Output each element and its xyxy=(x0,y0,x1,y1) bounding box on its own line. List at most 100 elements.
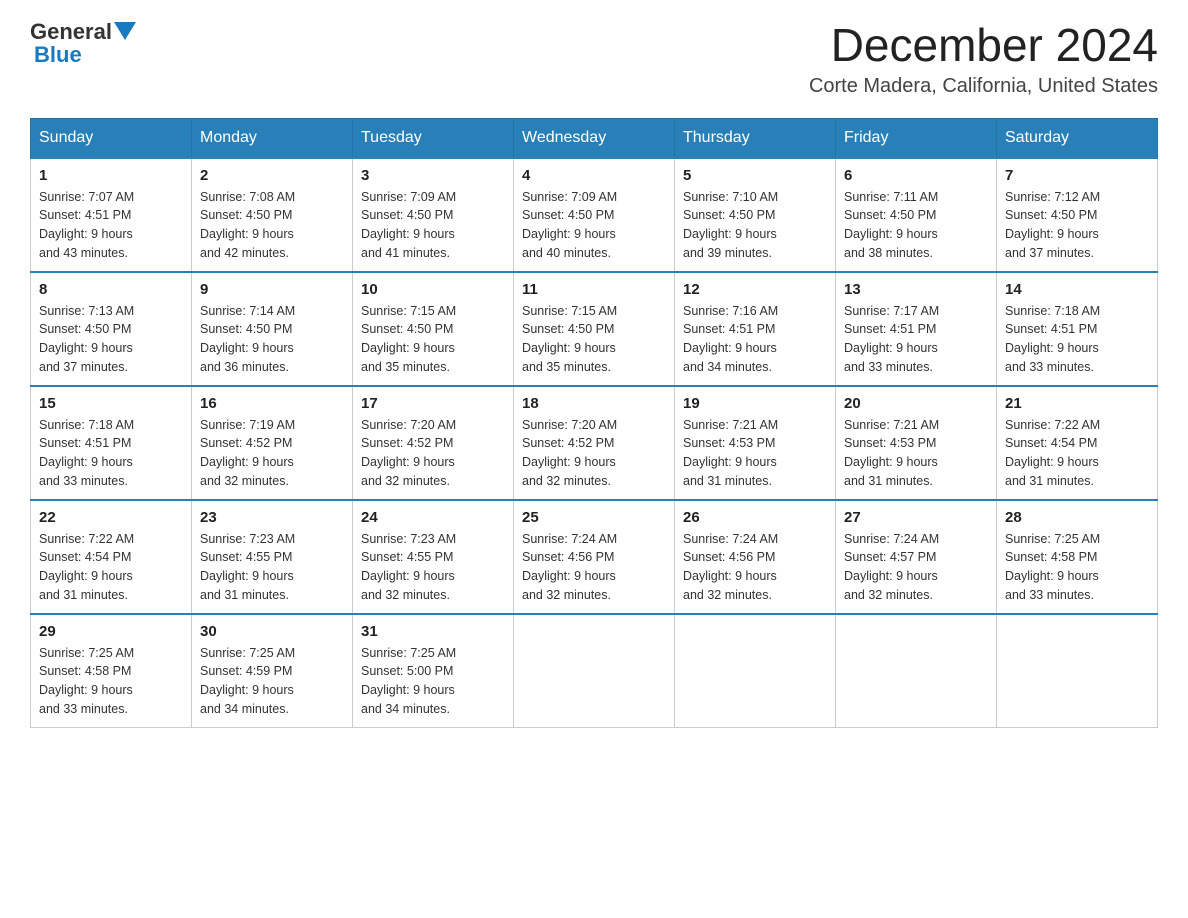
day-info: Sunrise: 7:18 AMSunset: 4:51 PMDaylight:… xyxy=(1005,304,1100,374)
day-number: 2 xyxy=(200,167,344,184)
day-number: 30 xyxy=(200,623,344,640)
logo-general: General xyxy=(30,21,112,43)
day-info: Sunrise: 7:22 AMSunset: 4:54 PMDaylight:… xyxy=(1005,418,1100,488)
day-number: 21 xyxy=(1005,395,1149,412)
calendar-cell: 10 Sunrise: 7:15 AMSunset: 4:50 PMDaylig… xyxy=(353,272,514,386)
day-number: 15 xyxy=(39,395,183,412)
calendar-cell: 20 Sunrise: 7:21 AMSunset: 4:53 PMDaylig… xyxy=(836,386,997,500)
day-number: 27 xyxy=(844,509,988,526)
day-number: 10 xyxy=(361,281,505,298)
calendar-cell: 12 Sunrise: 7:16 AMSunset: 4:51 PMDaylig… xyxy=(675,272,836,386)
calendar-cell: 9 Sunrise: 7:14 AMSunset: 4:50 PMDayligh… xyxy=(192,272,353,386)
logo: General Blue xyxy=(30,20,136,66)
day-number: 18 xyxy=(522,395,666,412)
day-info: Sunrise: 7:09 AMSunset: 4:50 PMDaylight:… xyxy=(361,190,456,260)
day-number: 26 xyxy=(683,509,827,526)
day-info: Sunrise: 7:25 AMSunset: 4:58 PMDaylight:… xyxy=(39,646,134,716)
day-info: Sunrise: 7:24 AMSunset: 4:56 PMDaylight:… xyxy=(683,532,778,602)
day-info: Sunrise: 7:14 AMSunset: 4:50 PMDaylight:… xyxy=(200,304,295,374)
day-info: Sunrise: 7:25 AMSunset: 4:59 PMDaylight:… xyxy=(200,646,295,716)
day-info: Sunrise: 7:25 AMSunset: 4:58 PMDaylight:… xyxy=(1005,532,1100,602)
day-info: Sunrise: 7:15 AMSunset: 4:50 PMDaylight:… xyxy=(522,304,617,374)
weekday-header-tuesday: Tuesday xyxy=(353,118,514,158)
calendar-cell: 31 Sunrise: 7:25 AMSunset: 5:00 PMDaylig… xyxy=(353,614,514,728)
day-info: Sunrise: 7:09 AMSunset: 4:50 PMDaylight:… xyxy=(522,190,617,260)
calendar-cell: 17 Sunrise: 7:20 AMSunset: 4:52 PMDaylig… xyxy=(353,386,514,500)
calendar-cell: 7 Sunrise: 7:12 AMSunset: 4:50 PMDayligh… xyxy=(997,158,1158,272)
calendar-cell: 2 Sunrise: 7:08 AMSunset: 4:50 PMDayligh… xyxy=(192,158,353,272)
calendar-cell: 5 Sunrise: 7:10 AMSunset: 4:50 PMDayligh… xyxy=(675,158,836,272)
day-number: 13 xyxy=(844,281,988,298)
day-number: 3 xyxy=(361,167,505,184)
weekday-header-wednesday: Wednesday xyxy=(514,118,675,158)
day-info: Sunrise: 7:25 AMSunset: 5:00 PMDaylight:… xyxy=(361,646,456,716)
title-block: December 2024 Corte Madera, California, … xyxy=(809,20,1158,98)
day-info: Sunrise: 7:23 AMSunset: 4:55 PMDaylight:… xyxy=(200,532,295,602)
day-info: Sunrise: 7:08 AMSunset: 4:50 PMDaylight:… xyxy=(200,190,295,260)
calendar-cell: 23 Sunrise: 7:23 AMSunset: 4:55 PMDaylig… xyxy=(192,500,353,614)
day-number: 8 xyxy=(39,281,183,298)
calendar-table: SundayMondayTuesdayWednesdayThursdayFrid… xyxy=(30,118,1158,728)
day-number: 23 xyxy=(200,509,344,526)
day-info: Sunrise: 7:11 AMSunset: 4:50 PMDaylight:… xyxy=(844,190,938,260)
logo-blue: Blue xyxy=(34,44,82,66)
day-info: Sunrise: 7:24 AMSunset: 4:57 PMDaylight:… xyxy=(844,532,939,602)
calendar-cell: 18 Sunrise: 7:20 AMSunset: 4:52 PMDaylig… xyxy=(514,386,675,500)
day-number: 29 xyxy=(39,623,183,640)
calendar-cell: 28 Sunrise: 7:25 AMSunset: 4:58 PMDaylig… xyxy=(997,500,1158,614)
calendar-cell: 15 Sunrise: 7:18 AMSunset: 4:51 PMDaylig… xyxy=(31,386,192,500)
day-number: 25 xyxy=(522,509,666,526)
day-info: Sunrise: 7:07 AMSunset: 4:51 PMDaylight:… xyxy=(39,190,134,260)
calendar-cell xyxy=(836,614,997,728)
calendar-cell: 22 Sunrise: 7:22 AMSunset: 4:54 PMDaylig… xyxy=(31,500,192,614)
day-number: 14 xyxy=(1005,281,1149,298)
day-number: 5 xyxy=(683,167,827,184)
calendar-cell: 25 Sunrise: 7:24 AMSunset: 4:56 PMDaylig… xyxy=(514,500,675,614)
weekday-header-thursday: Thursday xyxy=(675,118,836,158)
day-number: 1 xyxy=(39,167,183,184)
calendar-cell: 26 Sunrise: 7:24 AMSunset: 4:56 PMDaylig… xyxy=(675,500,836,614)
day-number: 19 xyxy=(683,395,827,412)
day-number: 12 xyxy=(683,281,827,298)
day-info: Sunrise: 7:22 AMSunset: 4:54 PMDaylight:… xyxy=(39,532,134,602)
calendar-cell: 3 Sunrise: 7:09 AMSunset: 4:50 PMDayligh… xyxy=(353,158,514,272)
day-info: Sunrise: 7:16 AMSunset: 4:51 PMDaylight:… xyxy=(683,304,778,374)
calendar-cell: 19 Sunrise: 7:21 AMSunset: 4:53 PMDaylig… xyxy=(675,386,836,500)
day-number: 20 xyxy=(844,395,988,412)
weekday-header-sunday: Sunday xyxy=(31,118,192,158)
day-info: Sunrise: 7:20 AMSunset: 4:52 PMDaylight:… xyxy=(522,418,617,488)
day-info: Sunrise: 7:24 AMSunset: 4:56 PMDaylight:… xyxy=(522,532,617,602)
day-info: Sunrise: 7:13 AMSunset: 4:50 PMDaylight:… xyxy=(39,304,134,374)
day-number: 7 xyxy=(1005,167,1149,184)
logo-arrow-icon xyxy=(114,22,136,44)
day-number: 9 xyxy=(200,281,344,298)
calendar-cell: 29 Sunrise: 7:25 AMSunset: 4:58 PMDaylig… xyxy=(31,614,192,728)
day-number: 31 xyxy=(361,623,505,640)
week-row-4: 22 Sunrise: 7:22 AMSunset: 4:54 PMDaylig… xyxy=(31,500,1158,614)
calendar-cell: 24 Sunrise: 7:23 AMSunset: 4:55 PMDaylig… xyxy=(353,500,514,614)
page-header: General Blue December 2024 Corte Madera,… xyxy=(30,20,1158,98)
weekday-header-monday: Monday xyxy=(192,118,353,158)
day-info: Sunrise: 7:23 AMSunset: 4:55 PMDaylight:… xyxy=(361,532,456,602)
day-number: 6 xyxy=(844,167,988,184)
weekday-header-friday: Friday xyxy=(836,118,997,158)
calendar-cell: 30 Sunrise: 7:25 AMSunset: 4:59 PMDaylig… xyxy=(192,614,353,728)
day-number: 4 xyxy=(522,167,666,184)
day-info: Sunrise: 7:12 AMSunset: 4:50 PMDaylight:… xyxy=(1005,190,1100,260)
day-info: Sunrise: 7:19 AMSunset: 4:52 PMDaylight:… xyxy=(200,418,295,488)
calendar-cell: 13 Sunrise: 7:17 AMSunset: 4:51 PMDaylig… xyxy=(836,272,997,386)
day-info: Sunrise: 7:21 AMSunset: 4:53 PMDaylight:… xyxy=(844,418,939,488)
calendar-cell: 14 Sunrise: 7:18 AMSunset: 4:51 PMDaylig… xyxy=(997,272,1158,386)
day-info: Sunrise: 7:21 AMSunset: 4:53 PMDaylight:… xyxy=(683,418,778,488)
day-info: Sunrise: 7:18 AMSunset: 4:51 PMDaylight:… xyxy=(39,418,134,488)
day-info: Sunrise: 7:15 AMSunset: 4:50 PMDaylight:… xyxy=(361,304,456,374)
calendar-cell: 1 Sunrise: 7:07 AMSunset: 4:51 PMDayligh… xyxy=(31,158,192,272)
calendar-cell xyxy=(675,614,836,728)
day-info: Sunrise: 7:20 AMSunset: 4:52 PMDaylight:… xyxy=(361,418,456,488)
day-number: 28 xyxy=(1005,509,1149,526)
week-row-1: 1 Sunrise: 7:07 AMSunset: 4:51 PMDayligh… xyxy=(31,158,1158,272)
week-row-3: 15 Sunrise: 7:18 AMSunset: 4:51 PMDaylig… xyxy=(31,386,1158,500)
day-number: 22 xyxy=(39,509,183,526)
calendar-cell: 21 Sunrise: 7:22 AMSunset: 4:54 PMDaylig… xyxy=(997,386,1158,500)
day-number: 17 xyxy=(361,395,505,412)
